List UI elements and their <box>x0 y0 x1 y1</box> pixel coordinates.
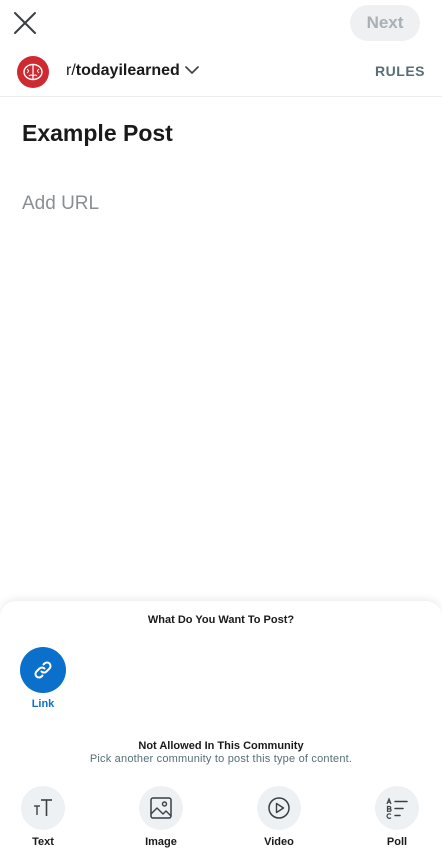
poll-icon <box>386 797 408 819</box>
video-label: Video <box>264 836 294 848</box>
close-icon[interactable] <box>12 10 38 36</box>
post-type-video[interactable]: Video <box>257 786 303 848</box>
not-allowed-subtitle: Pick another community to post this type… <box>89 753 353 765</box>
image-icon <box>150 797 172 819</box>
link-icon <box>34 661 52 679</box>
next-button[interactable]: Next <box>350 5 420 41</box>
post-type-poll[interactable]: Poll <box>375 786 421 848</box>
chevron-down-icon[interactable] <box>185 65 199 75</box>
rules-button[interactable]: RULES <box>375 63 425 79</box>
post-type-image[interactable]: Image <box>139 786 185 848</box>
top-bar: Next <box>0 0 442 48</box>
community-selector[interactable]: r/todayilearned RULES <box>0 48 442 97</box>
link-label: Link <box>31 698 55 710</box>
image-label: Image <box>145 836 177 848</box>
post-type-text[interactable]: Text <box>21 786 67 848</box>
post-type-sheet: What Do You Want To Post? Link Not Allow… <box>0 601 442 853</box>
brain-icon <box>23 63 43 81</box>
poll-label: Poll <box>386 836 408 848</box>
not-allowed-title: Not Allowed In This Community <box>138 740 304 752</box>
video-icon <box>268 797 290 819</box>
url-input[interactable] <box>22 190 412 218</box>
post-title-field[interactable]: Example Post <box>22 120 173 147</box>
text-icon <box>34 799 52 816</box>
sheet-title: What Do You Want To Post? <box>147 614 295 626</box>
community-avatar[interactable] <box>17 56 49 88</box>
post-type-link[interactable]: Link <box>20 647 66 711</box>
community-name[interactable]: r/todayilearned <box>66 62 180 80</box>
text-label: Text <box>32 836 54 848</box>
link-icon-circle[interactable] <box>20 647 66 693</box>
